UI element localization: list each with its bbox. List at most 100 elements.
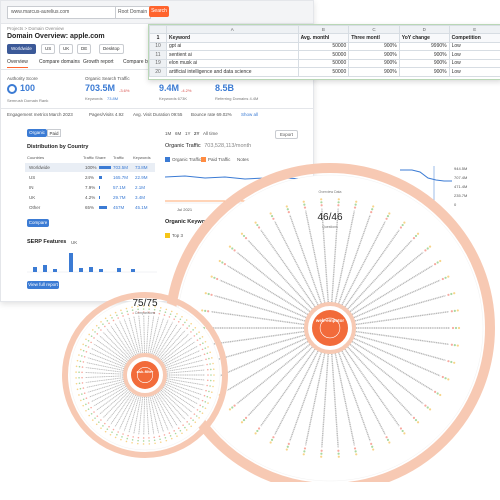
three-month-cell[interactable]: 900% [348, 41, 400, 51]
spoke-marker [153, 439, 156, 442]
competition-cell[interactable]: Low [448, 67, 500, 77]
range-1y[interactable]: 1Y [185, 131, 191, 136]
db-chip-de[interactable]: DE [77, 44, 92, 54]
small-hub-label[interactable]: ask-filter [128, 369, 162, 374]
compare-button[interactable]: Compare [27, 219, 49, 227]
toggle-organic[interactable]: Organic [27, 129, 47, 137]
row-number[interactable]: 10 [149, 41, 167, 51]
competition-cell[interactable]: Competition [448, 33, 500, 43]
yoy-change-cell[interactable]: 900% [398, 58, 450, 68]
db-chip-us[interactable]: US [41, 44, 56, 54]
range-all[interactable]: All time [203, 131, 218, 136]
tab-compare-by[interactable]: Compare by [123, 59, 150, 65]
avg-monthly-cell[interactable]: 50000 [297, 67, 350, 77]
table-row[interactable]: 10 gpt ai 50000 900% 9990% Low [149, 41, 500, 51]
row-number[interactable]: 1 [149, 33, 167, 43]
table-row[interactable]: 1 Keyword Avg. monthl Three montl YoY change… [149, 33, 500, 43]
dist-keywords[interactable]: 73.8M [135, 165, 148, 170]
spoke-marker [179, 318, 182, 321]
col-letter-e[interactable]: E [448, 25, 500, 34]
show-all-link[interactable]: Show all [241, 112, 258, 117]
avg-monthly-cell[interactable]: 50000 [297, 50, 350, 60]
row-number[interactable]: 11 [149, 50, 167, 60]
authority-value[interactable]: 100 [20, 83, 35, 93]
competition-cell[interactable]: Low [448, 50, 500, 60]
col-letter-c[interactable]: C [348, 25, 400, 34]
competition-cell[interactable]: Low [448, 41, 500, 51]
dist-traffic[interactable]: 703.5M [113, 165, 128, 170]
yoy-change-cell[interactable]: 900% [398, 67, 450, 77]
three-month-cell[interactable]: Three montl [348, 33, 400, 43]
view-full-report-button[interactable]: View full report [27, 281, 59, 289]
dist-keywords[interactable]: 2.1M [135, 185, 145, 190]
keyword-cell[interactable]: artificial intelligence and data science [166, 67, 299, 77]
yoy-change-cell[interactable]: 900% [398, 50, 450, 60]
yoy-change-cell[interactable]: YoY change [398, 33, 450, 43]
device-select[interactable]: Desktop [99, 44, 124, 54]
search-button[interactable]: Search [149, 6, 169, 17]
dist-share[interactable]: 24% [85, 175, 94, 180]
spoke-marker [185, 429, 188, 431]
paid-value[interactable]: 9.4M [159, 83, 179, 93]
table-row[interactable]: 11 sentient ai 50000 900% 900% Low [149, 50, 500, 60]
keyword-cell[interactable]: gpt ai [166, 41, 299, 51]
three-month-cell[interactable]: 900% [348, 67, 400, 77]
spoke-marker [181, 432, 183, 435]
toggle-paid[interactable]: Paid [47, 129, 61, 137]
spoke-marker [216, 277, 219, 281]
dist-traffic[interactable]: 165.7M [113, 175, 128, 180]
db-chip-worldwide[interactable]: Worldwide [7, 44, 36, 54]
export-label[interactable]: Export [275, 130, 299, 139]
dist-traffic[interactable]: 29.7M [113, 195, 126, 200]
spoke-marker [205, 358, 207, 361]
dist-keywords[interactable]: 3.4M [135, 195, 145, 200]
spoke-marker [453, 309, 456, 312]
spoke-marker [131, 439, 134, 441]
avg-monthly-cell[interactable]: 50000 [297, 58, 350, 68]
dist-share[interactable]: 100% [85, 165, 97, 170]
spoke-marker [186, 421, 188, 423]
col-letter-a[interactable]: A [166, 25, 299, 34]
db-chip-uk[interactable]: UK [59, 44, 74, 54]
dist-traffic[interactable]: 57.1M [113, 185, 126, 190]
tab-overview[interactable]: Overview [7, 59, 28, 68]
yoy-change-cell[interactable]: 9990% [398, 41, 450, 51]
spoke-marker [78, 382, 81, 385]
col-letter-d[interactable]: D [398, 25, 450, 34]
keyword-cell[interactable]: Keyword [166, 33, 299, 43]
table-row[interactable]: 20 artificial intelligence and data scien… [149, 67, 500, 77]
avg-monthly-cell[interactable]: Avg. monthl [297, 33, 350, 43]
spoke-marker [131, 441, 133, 444]
range-1m[interactable]: 1M [165, 131, 171, 136]
keyword-cell[interactable]: sentient ai [166, 50, 299, 60]
dist-share[interactable]: 4.2% [85, 195, 95, 200]
root-domain-select[interactable]: Root Domain [115, 6, 151, 19]
spoke-marker [240, 421, 244, 424]
three-month-cell[interactable]: 900% [348, 58, 400, 68]
organic-kw-value[interactable]: 73.8M [107, 96, 118, 101]
competition-cell[interactable]: Low [448, 58, 500, 68]
row-number[interactable]: 19 [149, 58, 167, 68]
organic-traffic-title-text: Organic Traffic [165, 143, 201, 149]
dist-share[interactable]: 65% [85, 205, 94, 210]
tab-growth-report[interactable]: Growth report [83, 59, 114, 65]
range-6m[interactable]: 6M [175, 131, 181, 136]
col-letter-b[interactable]: B [297, 25, 350, 34]
tab-compare-domains[interactable]: Compare domains [39, 59, 80, 65]
three-month-cell[interactable]: 900% [348, 50, 400, 60]
organic-value[interactable]: 703.5M [85, 83, 115, 93]
keyword-cell[interactable]: elon musk ai [166, 58, 299, 68]
domain-input[interactable]: www.marcus-aurelius.com [7, 6, 118, 19]
serp-bar [43, 265, 47, 272]
dist-keywords[interactable]: 45.1M [135, 205, 148, 210]
dist-traffic[interactable]: 457M [113, 205, 124, 210]
organic-label: Organic Search Traffic [85, 76, 130, 81]
avg-monthly-cell[interactable]: 50000 [297, 41, 350, 51]
big-hub-label[interactable]: web-empotor [306, 318, 354, 323]
row-number[interactable]: 20 [149, 67, 167, 77]
table-row[interactable]: 19 elon musk ai 50000 900% 900% Low [149, 58, 500, 68]
range-2y[interactable]: 2Y [194, 131, 200, 136]
dist-share[interactable]: 7.9% [85, 185, 95, 190]
dist-keywords[interactable]: 22.9M [135, 175, 148, 180]
backlinks-value[interactable]: 8.5B [215, 83, 234, 93]
